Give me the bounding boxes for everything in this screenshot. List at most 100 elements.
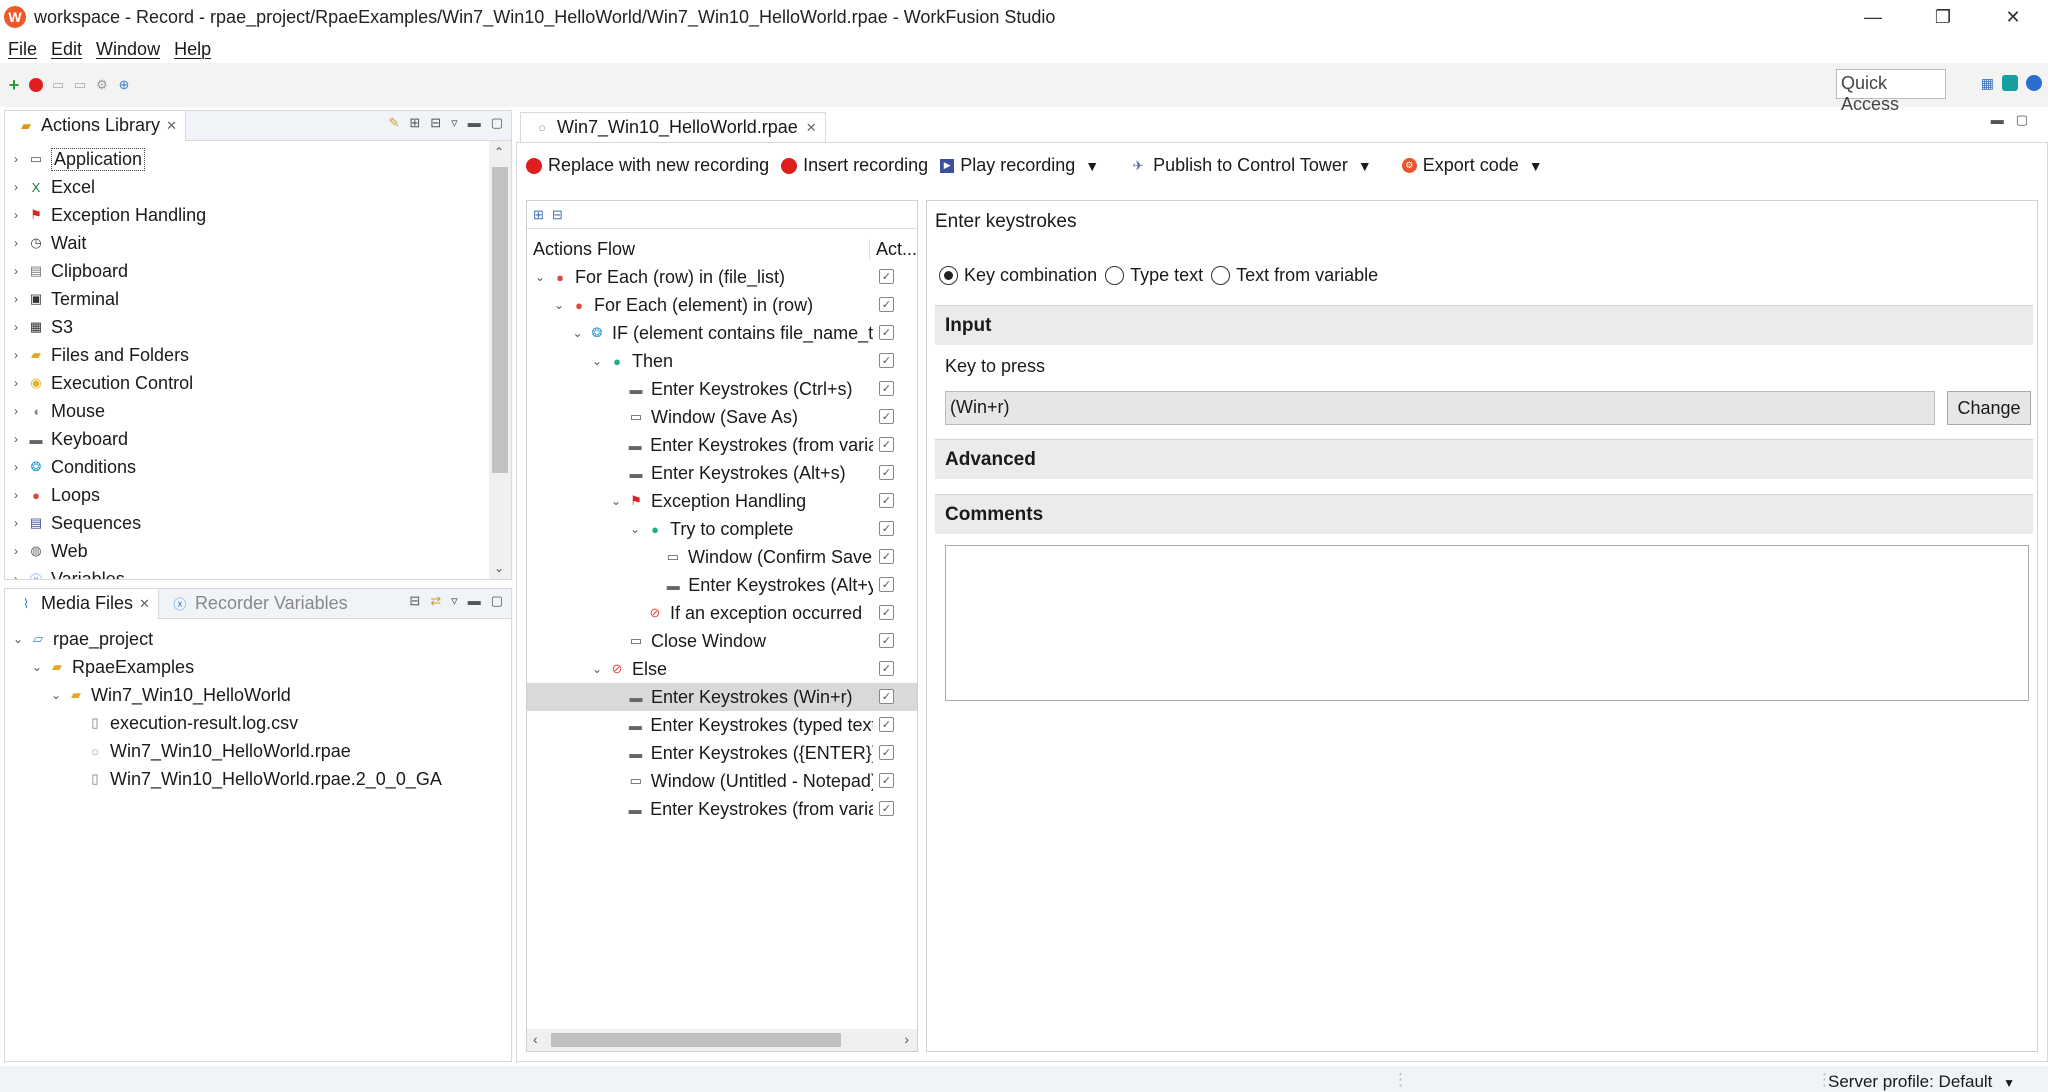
close-tab-icon[interactable]: ✕ — [166, 118, 177, 134]
chevron-down-icon[interactable]: ⌄ — [30, 660, 44, 674]
radio-option[interactable]: Key combination — [939, 265, 1097, 286]
view-menu-icon[interactable]: ▿ — [451, 593, 458, 609]
radio-option[interactable]: Text from variable — [1211, 265, 1378, 286]
chevron-down-icon[interactable]: ⌄ — [590, 662, 604, 676]
radio-button[interactable] — [1105, 266, 1125, 285]
view-menu-icon[interactable]: ▿ — [451, 115, 458, 131]
scroll-right-icon[interactable]: › — [904, 1031, 909, 1047]
collapse-all-icon[interactable]: ⊟ — [409, 593, 420, 609]
menu-edit[interactable]: Edit — [51, 39, 82, 60]
maximize-view-icon[interactable]: ▢ — [2016, 112, 2028, 128]
media-tree-item[interactable]: ⌄ ▱ rpae_project — [11, 625, 511, 653]
active-checkbox[interactable]: ✓ — [879, 269, 894, 284]
comments-section-header[interactable]: Comments — [935, 494, 2033, 534]
editor-tab[interactable]: ○ Win7_Win10_HelloWorld.rpae ✕ — [520, 112, 826, 142]
flow-row[interactable]: ▬ Enter Keystrokes (typed text) ✓ — [527, 711, 917, 739]
tab-recorder-variables[interactable]: ⓧ Recorder Variables — [159, 589, 356, 619]
expand-arrow-icon[interactable]: › — [9, 432, 23, 446]
library-item-wait[interactable]: › ◷ Wait — [9, 229, 487, 257]
save-icon[interactable]: ▭ — [50, 77, 66, 93]
scroll-down-icon[interactable]: ⌄ — [494, 561, 504, 575]
collapse-all-icon[interactable]: ⊟ — [552, 207, 563, 223]
tab-media-files[interactable]: ⌇ Media Files ✕ — [5, 588, 159, 619]
active-checkbox[interactable]: ✓ — [879, 437, 894, 452]
scroll-thumb[interactable] — [551, 1033, 841, 1047]
scroll-thumb[interactable] — [492, 167, 508, 473]
chevron-down-icon[interactable]: ⌄ — [571, 326, 584, 340]
expand-arrow-icon[interactable]: › — [9, 152, 23, 166]
active-checkbox[interactable]: ✓ — [879, 773, 894, 788]
library-item-exception-handling[interactable]: › ⚑ Exception Handling — [9, 201, 487, 229]
maximize-button[interactable]: ❐ — [1908, 0, 1978, 34]
minimize-button[interactable]: — — [1838, 0, 1908, 34]
actions-flow-column-header[interactable]: Actions Flow — [533, 239, 869, 260]
active-checkbox[interactable]: ✓ — [879, 521, 894, 536]
minimize-view-icon[interactable]: ▬ — [1991, 112, 2004, 128]
advanced-section-header[interactable]: Advanced — [935, 439, 2033, 479]
play-recording-button[interactable]: ▶ Play recording ▼ — [940, 155, 1117, 176]
library-item-terminal[interactable]: › ▣ Terminal — [9, 285, 487, 313]
active-checkbox[interactable]: ✓ — [879, 549, 894, 564]
chevron-down-icon[interactable]: ⌄ — [590, 354, 604, 368]
expand-arrow-icon[interactable]: › — [9, 572, 23, 579]
chevron-down-icon[interactable]: ⌄ — [628, 522, 642, 536]
flow-row[interactable]: ⌄ ⊘ Else ✓ — [527, 655, 917, 683]
key-to-press-field[interactable]: (Win+r) — [945, 391, 1935, 425]
globe-icon[interactable]: ⊕ — [116, 77, 132, 93]
flow-row[interactable]: ▬ Enter Keystrokes (from variab ✓ — [527, 431, 917, 459]
expand-arrow-icon[interactable]: › — [9, 208, 23, 222]
flow-row[interactable]: ⌄ ❂ IF (element contains file_name_ten ✓ — [527, 319, 917, 347]
radio-button[interactable] — [1211, 266, 1231, 285]
radio-button[interactable] — [939, 266, 958, 285]
library-item-conditions[interactable]: › ❂ Conditions — [9, 453, 487, 481]
expand-arrow-icon[interactable]: › — [9, 460, 23, 474]
flow-row[interactable]: ▬ Enter Keystrokes (Win+r) ✓ — [527, 683, 917, 711]
flow-row[interactable]: ▭ Close Window ✓ — [527, 627, 917, 655]
settings-icon[interactable]: ⚙ — [94, 77, 110, 93]
input-section-header[interactable]: Input — [935, 305, 2033, 345]
media-tree-item[interactable]: ▯ execution-result.log.csv — [11, 709, 511, 737]
expand-all-icon[interactable]: ⊞ — [533, 207, 544, 223]
publish-dropdown-icon[interactable]: ▼ — [1358, 158, 1372, 174]
active-checkbox[interactable]: ✓ — [879, 409, 894, 424]
pin-icon[interactable]: ✎ — [388, 115, 399, 131]
export-dropdown-icon[interactable]: ▼ — [1529, 158, 1543, 174]
export-code-button[interactable]: ⚙ Export code ▼ — [1401, 155, 1561, 176]
info-perspective-icon[interactable] — [2026, 75, 2042, 91]
active-checkbox[interactable]: ✓ — [879, 297, 894, 312]
active-checkbox[interactable]: ✓ — [879, 661, 894, 676]
expand-arrow-icon[interactable]: › — [9, 348, 23, 362]
minimize-view-icon[interactable]: ▬ — [468, 115, 481, 131]
library-item-variables[interactable]: › ⓧ Variables — [9, 565, 487, 580]
expand-arrow-icon[interactable]: › — [9, 516, 23, 530]
close-tab-icon[interactable]: ✕ — [806, 120, 817, 136]
expand-arrow-icon[interactable]: › — [9, 264, 23, 278]
menu-file[interactable]: File — [8, 39, 37, 60]
expand-arrow-icon[interactable]: › — [9, 376, 23, 390]
library-item-web[interactable]: › ◍ Web — [9, 537, 487, 565]
maximize-view-icon[interactable]: ▢ — [491, 115, 503, 131]
media-tree-item[interactable]: ○ Win7_Win10_HelloWorld.rpae — [11, 737, 511, 765]
quick-access-input[interactable]: Quick Access — [1836, 69, 1946, 114]
minimize-view-icon[interactable]: ▬ — [468, 593, 481, 609]
close-button[interactable]: ✕ — [1978, 0, 2048, 34]
flow-row[interactable]: ⌄ ⚑ Exception Handling ✓ — [527, 487, 917, 515]
library-item-keyboard[interactable]: › ▬ Keyboard — [9, 425, 487, 453]
active-checkbox[interactable]: ✓ — [879, 353, 894, 368]
change-button[interactable]: Change — [1947, 391, 2031, 425]
close-tab-icon[interactable]: ✕ — [139, 596, 150, 612]
flow-row[interactable]: ▬ Enter Keystrokes (Ctrl+s) ✓ — [527, 375, 917, 403]
active-checkbox[interactable]: ✓ — [879, 801, 894, 816]
flow-row[interactable]: ▭ Window (Untitled - Notepad) ✓ — [527, 767, 917, 795]
chevron-down-icon[interactable]: ⌄ — [11, 632, 25, 646]
media-tree-item[interactable]: ⌄ ▰ RpaeExamples — [11, 653, 511, 681]
active-checkbox[interactable]: ✓ — [879, 381, 894, 396]
media-tree-item[interactable]: ▯ Win7_Win10_HelloWorld.rpae.2_0_0_GA — [11, 765, 511, 793]
new-project-icon[interactable]: + — [6, 75, 22, 95]
flow-row[interactable]: ▬ Enter Keystrokes ({ENTER}) ✓ — [527, 739, 917, 767]
active-checkbox[interactable]: ✓ — [879, 493, 894, 508]
active-checkbox[interactable]: ✓ — [879, 745, 894, 760]
record-perspective-icon[interactable] — [2002, 75, 2018, 91]
expand-arrow-icon[interactable]: › — [9, 236, 23, 250]
flow-row[interactable]: ⌄ ● Then ✓ — [527, 347, 917, 375]
